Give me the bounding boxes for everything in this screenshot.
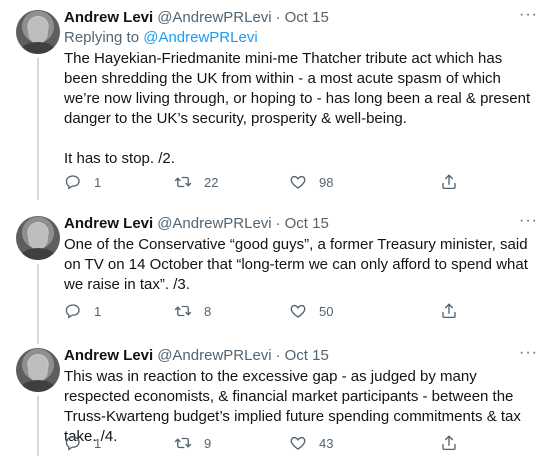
retweet-icon [174, 305, 192, 317]
reply-button[interactable]: 1 [64, 433, 101, 453]
retweet-count: 9 [204, 435, 212, 451]
share-button[interactable] [440, 433, 458, 453]
tweet-actions: 1 9 43 [64, 433, 504, 453]
reply-icon [65, 175, 80, 190]
retweet-icon [174, 176, 192, 188]
heart-icon [290, 175, 306, 189]
tweet-text: The Hayekian-Friedmanite mini-me Thatche… [64, 50, 531, 167]
like-button[interactable]: 50 [289, 301, 333, 321]
retweet-button[interactable]: 22 [174, 172, 218, 192]
avatar[interactable] [16, 348, 60, 392]
share-icon [442, 435, 456, 451]
avatar[interactable] [16, 10, 60, 54]
author-name[interactable]: Andrew Levi [64, 346, 153, 366]
tweet-date[interactable]: Oct 15 [285, 214, 329, 234]
heart-icon [290, 436, 306, 450]
tweet-date[interactable]: Oct 15 [285, 8, 329, 28]
reply-icon [65, 436, 80, 451]
tweet-actions: 1 8 50 [64, 301, 504, 321]
tweet-date[interactable]: Oct 15 [285, 346, 329, 366]
like-button[interactable]: 43 [289, 433, 333, 453]
like-count: 98 [319, 174, 334, 190]
share-button[interactable] [440, 172, 458, 192]
retweet-icon [174, 437, 192, 449]
like-button[interactable]: 98 [289, 172, 333, 192]
like-count: 43 [319, 435, 334, 451]
reply-button[interactable]: 1 [64, 301, 101, 321]
retweet-button[interactable]: 9 [174, 433, 211, 453]
separator-dot: · [275, 9, 281, 26]
reply-icon [65, 304, 80, 319]
tweet-header: Andrew Levi @AndrewPRLevi · Oct 15 [64, 214, 536, 234]
tweet-header: Andrew Levi @AndrewPRLevi · Oct 15 [64, 346, 536, 366]
author-handle[interactable]: @AndrewPRLevi [157, 8, 271, 28]
more-icon[interactable]: ··· [519, 344, 538, 362]
more-icon[interactable]: ··· [519, 212, 538, 230]
reply-count: 1 [94, 174, 102, 190]
tweet-actions: 1 22 98 [64, 172, 504, 192]
share-icon [442, 303, 456, 319]
avatar[interactable] [16, 216, 60, 260]
separator-dot: · [275, 215, 281, 232]
tweet-1[interactable]: Andrew Levi @AndrewPRLevi · Oct 15 Reply… [0, 0, 550, 200]
like-count: 50 [319, 303, 334, 319]
reply-button[interactable]: 1 [64, 172, 101, 192]
more-icon[interactable]: ··· [519, 6, 538, 24]
thread-line [37, 58, 39, 200]
replying-to: Replying to @AndrewPRLevi [64, 28, 536, 48]
thread-line [37, 264, 39, 344]
replying-to-link[interactable]: @AndrewPRLevi [143, 29, 257, 46]
retweet-count: 22 [204, 174, 219, 190]
author-handle[interactable]: @AndrewPRLevi [157, 346, 271, 366]
tweet-2[interactable]: Andrew Levi @AndrewPRLevi · Oct 15 One o… [0, 206, 550, 344]
retweet-count: 8 [204, 303, 212, 319]
tweet-3[interactable]: Andrew Levi @AndrewPRLevi · Oct 15 This … [0, 338, 550, 456]
author-name[interactable]: Andrew Levi [64, 8, 153, 28]
reply-count: 1 [94, 303, 102, 319]
replying-prefix: Replying to [64, 29, 144, 46]
share-icon [442, 174, 456, 190]
author-name[interactable]: Andrew Levi [64, 214, 153, 234]
thread-line [37, 396, 39, 456]
share-button[interactable] [440, 301, 458, 321]
tweet-header: Andrew Levi @AndrewPRLevi · Oct 15 [64, 8, 536, 28]
separator-dot: · [275, 347, 281, 364]
tweet-text: One of the Conservative “good guys”, a f… [64, 236, 533, 293]
author-handle[interactable]: @AndrewPRLevi [157, 214, 271, 234]
retweet-button[interactable]: 8 [174, 301, 211, 321]
reply-count: 1 [94, 435, 102, 451]
heart-icon [290, 304, 306, 318]
